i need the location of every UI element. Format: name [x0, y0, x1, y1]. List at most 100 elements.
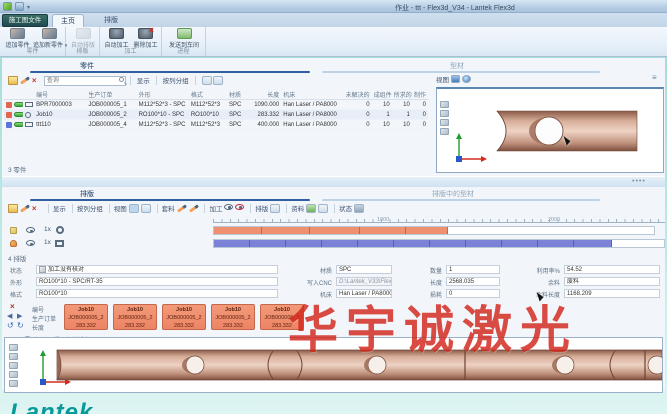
simulate-icon[interactable]: [224, 204, 233, 210]
tab-parts[interactable]: 零件: [80, 61, 94, 71]
quick-access-dropdown-icon[interactable]: ▾: [27, 4, 30, 11]
tab-underline-inactive: [322, 71, 600, 73]
view-label: 视图: [114, 206, 127, 213]
new-icon[interactable]: [8, 204, 18, 213]
parts-toolbar: × 显示 按列分组: [8, 75, 223, 86]
status-tools-label: 状态: [339, 206, 352, 213]
table-row[interactable]: Job10JOB000005_2RO100*10 - SPC RO100*10S…: [4, 110, 428, 120]
stats-icon[interactable]: [318, 204, 328, 213]
tab-home[interactable]: 主页: [52, 14, 84, 27]
nest-row[interactable]: 1x: [2, 225, 665, 237]
list-view-icon[interactable]: [202, 76, 212, 85]
visibility-icon[interactable]: [26, 240, 35, 246]
delete-icon[interactable]: ×: [32, 204, 42, 213]
new-icon[interactable]: [8, 76, 18, 85]
show-button[interactable]: 显示: [53, 206, 66, 213]
status-field: 加工没有核对: [36, 265, 278, 274]
application-menu-button[interactable]: 施工图文件: [2, 14, 48, 27]
tab-underline-inactive: [322, 199, 600, 201]
redo-icon[interactable]: ↻: [17, 321, 24, 330]
part-3d-preview[interactable]: [436, 87, 664, 173]
quantity-field: 1: [446, 265, 500, 274]
auto-nest-icon: [76, 28, 91, 39]
save-icon[interactable]: [15, 2, 24, 11]
view-3d-icon[interactable]: [141, 204, 151, 213]
add-new-part-icon: [42, 28, 57, 39]
nest-row[interactable]: 1x: [2, 238, 665, 250]
search-input[interactable]: [44, 76, 126, 86]
send-to-workshop-button[interactable]: 发送到车间: [164, 28, 204, 48]
part-card[interactable]: Job10JOB000005_2283.332: [211, 304, 255, 330]
tab-nesting[interactable]: 排版: [96, 14, 126, 27]
search-icon: [119, 77, 124, 82]
nest-qty: 1x: [44, 226, 51, 233]
part-card[interactable]: Job10JOB000005_2283.332: [113, 304, 157, 330]
auto-machine-icon: [109, 28, 124, 39]
next-icon[interactable]: ▶: [17, 312, 22, 320]
group-by-column-button[interactable]: 按列分组: [77, 206, 103, 213]
menu-icon[interactable]: ≡: [652, 74, 657, 82]
tab-profiles-in-nest[interactable]: 排版中的型材: [432, 189, 474, 199]
layout-table-icon[interactable]: [270, 204, 280, 213]
delete-icon[interactable]: ×: [32, 76, 42, 85]
window-frame-bottom: Lantek: [0, 393, 667, 414]
shape-field: RO100*10 - SPC/RT-35: [36, 277, 278, 286]
rect-profile-icon: [25, 122, 33, 127]
view-2d-icon[interactable]: [129, 204, 139, 213]
edit-icon[interactable]: [20, 204, 30, 212]
remove-card-icon[interactable]: ×: [10, 303, 15, 311]
app-logo-icon: [3, 2, 12, 11]
cnc-path-field: D:\Lantek_V33\Flex3D\CNC\0061.CNC: [336, 277, 392, 286]
nest-bar-track[interactable]: [213, 239, 665, 248]
send-status-icon[interactable]: [354, 204, 364, 213]
status-ok-icon: [14, 122, 23, 127]
show-button[interactable]: 显示: [137, 78, 150, 85]
status-icon: [39, 266, 46, 273]
ribbon-group-label: 加工: [100, 46, 161, 55]
length-field: 2568.035: [446, 277, 500, 286]
delete-machining-button[interactable]: 删除加工: [131, 28, 160, 48]
nest-manual-icon[interactable]: [177, 204, 187, 212]
title-bar: ▾ 作业 - ttt - Flex3d_V34 - Lantek Flex3d: [0, 0, 667, 13]
table-row[interactable]: BPR7000003JOB000005_1M112*52*3 - SPC M11…: [4, 100, 428, 110]
flag-icon: [10, 227, 17, 234]
edit-icon[interactable]: [20, 76, 30, 84]
remove-machining-icon[interactable]: [235, 204, 244, 210]
solid-view-icon[interactable]: [451, 75, 460, 83]
add-new-part-button[interactable]: 追加新零件 ▾: [33, 28, 66, 48]
report-icon[interactable]: [306, 204, 316, 213]
table-row[interactable]: ttt110JOB000005_4M112*52*3 - SPC M112*52…: [4, 120, 428, 130]
part-card[interactable]: Job10JOB000005_2283.332: [162, 304, 206, 330]
prev-icon[interactable]: ◀: [7, 312, 12, 320]
auto-machine-button[interactable]: 自动加工: [102, 28, 131, 48]
parts-count: 3 零件: [8, 164, 26, 174]
nest-qty: 1x: [44, 239, 51, 246]
table-header-row: 编号生产订单外形 格式材质长度 机床未解决的成组件 所求的制作: [4, 90, 428, 100]
nest-toolbar: × 显示 按列分组 视图 套料 加工 排版 资料 状态: [8, 203, 364, 214]
add-part-button[interactable]: 追加零件: [2, 28, 33, 48]
parts-table: 编号生产订单外形 格式材质长度 机床未解决的成组件 所求的制作 BPR70000…: [4, 90, 428, 130]
tab-profiles[interactable]: 型材: [450, 61, 464, 71]
ribbon: 追加零件 追加新零件 ▾ 零件 自动排版 排版 自动加工 删除加工 加工 发送到…: [0, 27, 667, 57]
tab-nests[interactable]: 排版: [80, 189, 94, 199]
part-card[interactable]: Job10JOB000005_2283.332: [64, 304, 108, 330]
chart-view-icon[interactable]: [213, 76, 223, 85]
thumb-icon: [10, 240, 17, 247]
remnant-field: 废料: [564, 277, 660, 286]
tab-underline-active: [30, 71, 310, 73]
utilization-field: 54.52: [564, 265, 660, 274]
circle-profile-icon: [25, 112, 31, 118]
lantek-logo: Lantek: [10, 399, 93, 414]
visibility-icon[interactable]: [26, 227, 35, 233]
ribbon-group-parts: 追加零件 追加新零件 ▾ 零件: [0, 27, 66, 56]
layout-tools-label: 排版: [255, 206, 268, 213]
group-by-column-button[interactable]: 按列分组: [163, 78, 189, 85]
nest-auto-icon[interactable]: [189, 204, 199, 212]
panel-splitter[interactable]: ••••: [2, 176, 665, 187]
report-label: 资料: [291, 206, 304, 213]
delete-machining-icon: [138, 28, 153, 39]
machining-tools-label: 加工: [209, 206, 222, 213]
render-view-icon[interactable]: [462, 75, 471, 83]
nest-bar-track[interactable]: [213, 226, 655, 235]
undo-icon[interactable]: ↺: [7, 321, 14, 330]
